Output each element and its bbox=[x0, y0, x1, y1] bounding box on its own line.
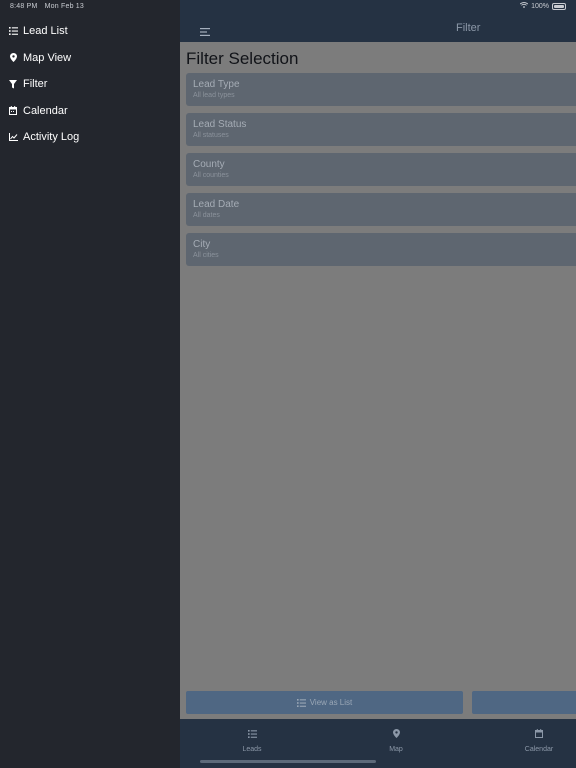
tab-label: Leads bbox=[242, 746, 262, 753]
tab-leads[interactable]: Leads bbox=[217, 725, 287, 753]
filter-value: All counties bbox=[193, 172, 229, 179]
status-date: Mon Feb 13 bbox=[44, 3, 84, 10]
calendar-icon bbox=[8, 106, 18, 116]
hamburger-icon[interactable] bbox=[200, 23, 212, 36]
filter-value: All lead types bbox=[193, 92, 235, 99]
list-icon bbox=[296, 694, 306, 712]
filter-lead-type[interactable]: Lead Type All lead types bbox=[186, 73, 576, 106]
filter-value: All cities bbox=[193, 252, 219, 259]
map-pin-icon bbox=[392, 725, 400, 743]
status-time: 8:48 PM bbox=[10, 3, 38, 10]
sidebar-item-label: Filter bbox=[23, 78, 48, 91]
main-panel[interactable]: 100% Filter Filter Selection Lead Type A… bbox=[180, 0, 576, 768]
calendar-icon bbox=[535, 725, 543, 743]
home-indicator bbox=[200, 760, 376, 763]
battery-icon bbox=[552, 2, 566, 10]
sidebar-item-label: Map View bbox=[23, 51, 72, 64]
filter-county[interactable]: County All counties bbox=[186, 153, 576, 186]
battery-percent: 100% bbox=[531, 2, 549, 10]
filter-value: All dates bbox=[193, 212, 220, 219]
filter-lead-date[interactable]: Lead Date All dates bbox=[186, 193, 576, 226]
status-bar-left: 8:48 PM Mon Feb 13 bbox=[10, 3, 84, 10]
sidebar-item-label: Lead List bbox=[23, 25, 68, 38]
screen: 8:48 PM Mon Feb 13 Lead List Map View Fi… bbox=[0, 0, 576, 768]
tab-label: Map bbox=[389, 746, 403, 753]
list-icon bbox=[8, 26, 18, 36]
sidebar-menu: Lead List Map View Filter Calendar Activ… bbox=[0, 18, 180, 151]
tab-label: Calendar bbox=[524, 746, 554, 753]
map-pin-icon bbox=[8, 53, 18, 63]
sidebar-item-label: Activity Log bbox=[23, 131, 80, 144]
sidebar-item-filter[interactable]: Filter bbox=[0, 71, 180, 98]
sidebar-item-calendar[interactable]: Calendar bbox=[0, 98, 180, 125]
filter-title: Lead Type bbox=[193, 79, 240, 90]
navbar: 100% Filter bbox=[180, 0, 576, 42]
filter-value: All statuses bbox=[193, 132, 229, 139]
page-title: Filter Selection bbox=[186, 49, 299, 68]
secondary-action-button[interactable] bbox=[472, 691, 576, 714]
tab-calendar[interactable]: Calendar bbox=[504, 725, 574, 753]
filter-title: County bbox=[193, 159, 225, 170]
nav-title: Filter bbox=[456, 22, 481, 34]
sidebar-item-activity-log[interactable]: Activity Log bbox=[0, 124, 180, 151]
status-bar-right: 100% bbox=[519, 2, 566, 10]
sidebar-item-label: Calendar bbox=[23, 104, 68, 117]
wifi-icon bbox=[519, 2, 529, 10]
filter-title: Lead Status bbox=[193, 119, 247, 130]
filter-title: City bbox=[193, 239, 211, 250]
sidebar-item-map-view[interactable]: Map View bbox=[0, 45, 180, 72]
view-as-list-button[interactable]: View as List bbox=[186, 691, 463, 714]
list-icon bbox=[247, 725, 257, 743]
sidebar-item-lead-list[interactable]: Lead List bbox=[0, 18, 180, 45]
line-chart-icon bbox=[8, 132, 18, 142]
filter-title: Lead Date bbox=[193, 199, 240, 210]
filter-lead-status[interactable]: Lead Status All statuses bbox=[186, 113, 576, 146]
tab-bar: Leads Map Calendar bbox=[180, 719, 576, 768]
view-as-list-label: View as List bbox=[309, 698, 353, 707]
tab-map[interactable]: Map bbox=[361, 725, 431, 753]
sidebar: 8:48 PM Mon Feb 13 Lead List Map View Fi… bbox=[0, 0, 180, 768]
funnel-icon bbox=[8, 79, 18, 89]
filter-city[interactable]: City All cities bbox=[186, 233, 576, 266]
